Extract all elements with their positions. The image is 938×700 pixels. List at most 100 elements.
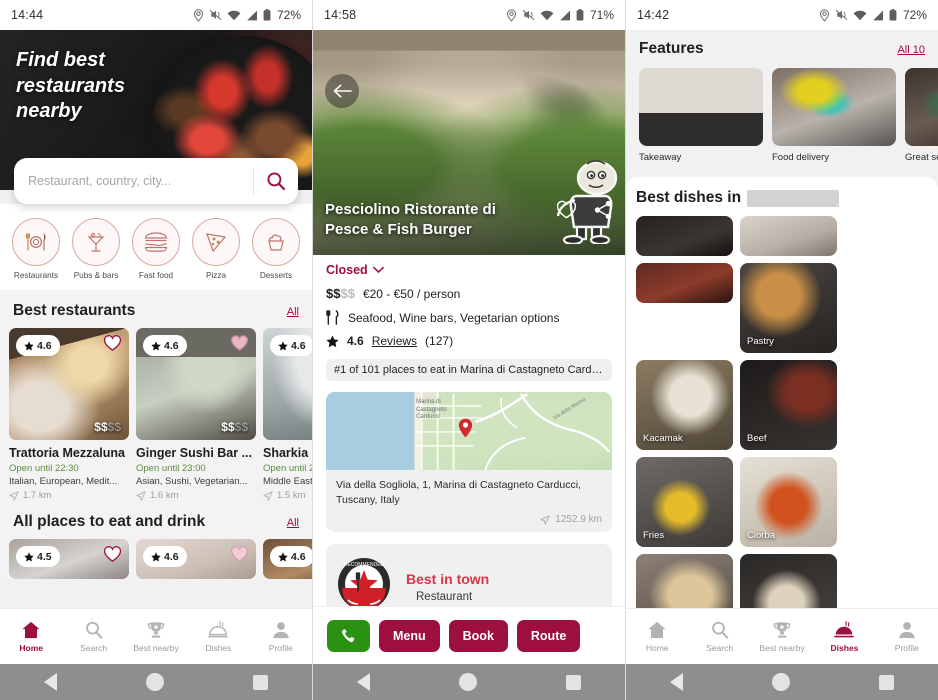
android-recents-button[interactable] <box>878 674 894 690</box>
tab-home[interactable]: Home <box>626 620 688 653</box>
android-home-button[interactable] <box>145 673 164 691</box>
feature-label: Takeaway <box>639 152 682 163</box>
reviews-link[interactable]: Reviews <box>372 334 417 348</box>
heart-icon <box>230 335 249 351</box>
search-button[interactable] <box>254 171 298 191</box>
features-row[interactable]: Takeaway Food delivery Great serv <box>639 68 938 163</box>
menu-button[interactable]: Menu <box>379 619 440 652</box>
cuisine-text: Seafood, Wine bars, Vegetarian options <box>348 310 560 325</box>
android-home-button[interactable] <box>771 673 790 691</box>
restaurant-cuisine: Italian, European, Medit... <box>9 476 118 487</box>
tab-home[interactable]: Home <box>0 620 62 653</box>
dish-tile[interactable]: Pastry <box>740 263 837 353</box>
cellular-signal-icon <box>247 10 257 20</box>
features-title: Features <box>639 40 704 57</box>
search-icon <box>85 621 102 639</box>
features-see-all-link[interactable]: All 10 <box>897 44 925 56</box>
feature-card[interactable]: Great serv <box>905 68 938 163</box>
tab-search[interactable]: Search <box>62 620 124 653</box>
best-dishes-title: Best dishes in <box>636 189 928 207</box>
see-all-link[interactable]: All <box>287 306 299 318</box>
favorite-button[interactable] <box>230 334 249 357</box>
dish-tile[interactable] <box>740 216 837 256</box>
tab-label: Best nearby <box>133 643 179 653</box>
feature-photo <box>772 68 896 146</box>
section-header-all-places: All places to eat and drink All <box>0 501 312 539</box>
section-header-best-restaurants: Best restaurants All <box>0 290 312 328</box>
search-input[interactable] <box>14 174 253 188</box>
rating-badge: 4.6 <box>16 335 60 356</box>
open-status[interactable]: Closed <box>326 263 612 277</box>
panel-home: 14:44 72% Find best restaurants nearby R… <box>0 0 313 700</box>
category-label: Restaurants <box>13 271 59 280</box>
category-pizza[interactable]: Pizza <box>188 218 244 280</box>
dish-tile[interactable]: Ciorba <box>740 457 837 547</box>
tab-dishes[interactable]: Dishes <box>813 620 875 653</box>
dish-tile[interactable] <box>636 216 733 256</box>
restaurant-details: Closed $$$$ €20 - €50 / person Seafood, … <box>313 255 625 630</box>
favorite-button[interactable] <box>103 545 122 568</box>
navigate-icon <box>136 490 146 501</box>
rating-value: 4.6 <box>164 550 179 563</box>
restaurant-card[interactable]: 4.6 $$$$ Ginger Sushi Bar ... Open until… <box>136 328 256 501</box>
share-button[interactable] <box>593 200 613 225</box>
status-time: 14:44 <box>11 8 44 22</box>
dish-tile[interactable]: Kacamak <box>636 360 733 450</box>
favorite-button[interactable] <box>230 545 249 568</box>
feature-card[interactable]: Food delivery <box>772 68 896 163</box>
android-back-button[interactable] <box>44 673 58 691</box>
category-pubs-bars[interactable]: Pubs & bars <box>68 218 124 280</box>
book-button[interactable]: Book <box>448 619 508 652</box>
wifi-icon <box>227 10 241 20</box>
restaurant-hours: Open until 23: <box>263 463 312 474</box>
android-recents-button[interactable] <box>565 674 581 690</box>
restaurant-hours: Open until 22:30 <box>9 463 79 474</box>
tab-profile[interactable]: Profile <box>250 620 312 653</box>
cuisine-row: Seafood, Wine bars, Vegetarian options <box>326 310 612 325</box>
tab-best-nearby[interactable]: Best nearby <box>125 620 187 653</box>
feature-card[interactable]: Takeaway <box>639 68 763 163</box>
category-desserts[interactable]: Desserts <box>248 218 304 280</box>
tab-profile[interactable]: Profile <box>876 620 938 653</box>
category-fast-food[interactable]: Fast food <box>128 218 184 280</box>
price-row: $$$$ €20 - €50 / person <box>326 286 612 301</box>
action-button-bar: Menu Book Route <box>313 606 625 664</box>
android-back-button[interactable] <box>357 673 371 691</box>
favorite-button[interactable] <box>556 200 577 225</box>
dish-tile[interactable] <box>636 263 733 303</box>
place-photo: 4.5 <box>9 539 129 579</box>
map-card[interactable]: Marina di Castagneto Carducci Via della … <box>326 392 612 533</box>
route-button[interactable]: Route <box>516 619 581 652</box>
restaurant-distance: 1.5 km <box>263 490 312 501</box>
call-button[interactable] <box>327 619 370 652</box>
place-card[interactable]: 4.6 <box>136 539 256 579</box>
tab-dishes[interactable]: Dishes <box>187 620 249 653</box>
chevron-down-icon <box>372 266 384 274</box>
tab-search[interactable]: Search <box>688 620 750 653</box>
restaurant-card[interactable]: 4.6 Sharkia Open until 23: Middle Easter… <box>263 328 312 501</box>
favorite-button[interactable] <box>103 334 122 357</box>
android-recents-button[interactable] <box>252 674 268 690</box>
search-bar[interactable] <box>14 158 298 204</box>
category-restaurants[interactable]: Restaurants <box>8 218 64 280</box>
back-button[interactable] <box>325 74 359 108</box>
rating-value: 4.6 <box>37 339 52 352</box>
see-all-link[interactable]: All <box>287 517 299 529</box>
rating-badge: 4.6 <box>270 335 312 356</box>
map-preview[interactable]: Marina di Castagneto Carducci Via della … <box>326 392 612 470</box>
dish-tile[interactable]: Beef <box>740 360 837 450</box>
tab-label: Dishes <box>205 643 232 653</box>
price-level: $$$$ <box>221 420 248 434</box>
place-card[interactable]: 4.6 <box>263 539 312 579</box>
android-back-button[interactable] <box>670 673 684 691</box>
all-places-row[interactable]: 4.5 4.6 4.6 <box>0 539 312 579</box>
best-restaurants-row[interactable]: 4.6 $$$$ Trattoria Mezzaluna Open until … <box>0 328 312 501</box>
price-level: $$$$ <box>94 420 121 434</box>
restaurant-card[interactable]: 4.6 $$$$ Trattoria Mezzaluna Open until … <box>9 328 129 501</box>
place-card[interactable]: 4.5 <box>9 539 129 579</box>
tab-best-nearby[interactable]: Best nearby <box>751 620 813 653</box>
feature-photo <box>905 68 938 146</box>
rating-value: 4.6 <box>347 334 364 348</box>
dish-tile[interactable]: Fries <box>636 457 733 547</box>
android-home-button[interactable] <box>458 673 477 691</box>
